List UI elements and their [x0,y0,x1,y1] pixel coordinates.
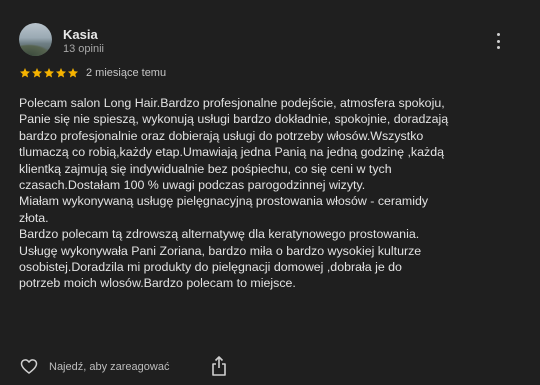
reviewer-reviews-count: 13 opinii [63,43,104,55]
review-text-line: bardzo profesjonalnie oraz dobierają usł… [19,128,424,143]
review-text-line: Bardzo polecam tą zdrowszą alternatywę d… [19,227,420,242]
review-text-line: Miałam wykonywaną usługę pielęgnacyjną p… [19,194,429,209]
review-text-line: osobistej.Doradzila mi produkty do pielę… [19,260,402,275]
review-date: 2 miesiące temu [86,67,167,79]
heart-outline-icon[interactable] [19,356,39,376]
review-card: Kasia 13 opinii 2 miesiące temu Polecam … [0,0,540,385]
share-icon[interactable] [211,356,227,376]
action-bar [19,356,39,376]
more-dot [496,46,500,49]
review-text-line: Usługę wykonywała Pani Zoriana, bardzo m… [19,243,422,258]
star-icon [55,67,67,79]
review-text-line: klientką zajmują się indywidualnie bez p… [19,161,392,176]
reviewer-name[interactable]: Kasia [63,27,98,42]
review-text-line: Panie się nie spieszą, wykonują usługi b… [19,112,449,127]
star-icon [43,67,55,79]
star-icon [67,67,79,79]
review-text-line: czasach.Dostałam 100 % uwagi podczas par… [19,178,366,193]
star-icon [19,67,31,79]
review-text-line: tlumaczą co robią,każdy etap.Umawiają je… [19,145,444,160]
review-text-line: Polecam salon Long Hair.Bardzo profesjon… [19,96,445,110]
star-rating [19,67,79,81]
more-dot [496,33,500,36]
review-text: Polecam salon Long Hair.Bardzo profesjon… [19,95,519,292]
more-dot [496,39,500,43]
react-hint-label: Najedź, aby zareagować [49,361,170,373]
more-vertical-icon[interactable] [490,30,506,52]
review-text-line: potrzeb moich wlosów.Bardzo polecam to m… [19,276,296,291]
star-icon [31,67,43,79]
review-text-line: złota. [19,210,49,225]
avatar[interactable] [19,23,52,56]
